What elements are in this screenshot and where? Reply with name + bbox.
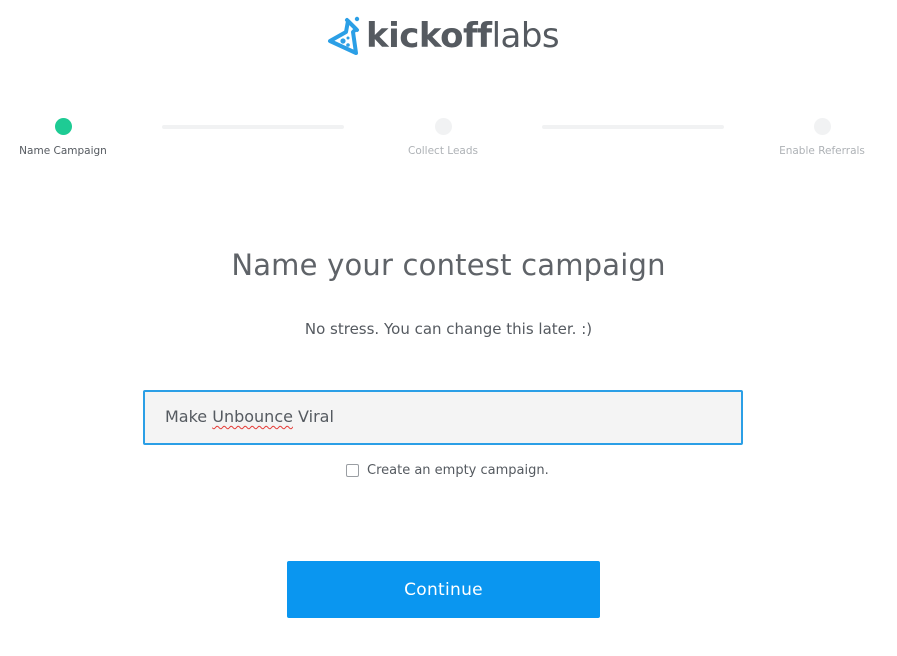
step-1-2-connector [162, 125, 344, 129]
step-2-label: Collect Leads [408, 145, 478, 157]
empty-campaign-option[interactable]: Create an empty campaign. [346, 461, 549, 479]
continue-button[interactable]: Continue [287, 561, 600, 618]
campaign-name-input[interactable] [143, 390, 743, 445]
logo-wordmark: kickofflabs [366, 12, 560, 60]
empty-campaign-checkbox[interactable] [346, 463, 359, 477]
logo-text-bold: kickoff [366, 16, 492, 56]
empty-campaign-label[interactable]: Create an empty campaign. [367, 463, 549, 478]
step-1-dot [55, 118, 72, 135]
progress-stepper: Name Campaign Collect Leads Enable Refer… [0, 110, 897, 170]
page: kickofflabs Name Campaign Collect Leads … [0, 0, 897, 656]
kickofflabs-logo[interactable]: kickofflabs [326, 12, 560, 60]
flask-icon [328, 16, 360, 55]
step-2-3-connector [542, 125, 724, 129]
page-title: Name your contest campaign [231, 248, 666, 282]
step-1-label: Name Campaign [19, 145, 107, 157]
step-3-label: Enable Referrals [779, 145, 865, 157]
step-3-dot [814, 118, 831, 135]
step-2-dot [435, 118, 452, 135]
page-subtitle: No stress. You can change this later. :) [304, 320, 593, 338]
logo-text-light: labs [491, 16, 560, 56]
